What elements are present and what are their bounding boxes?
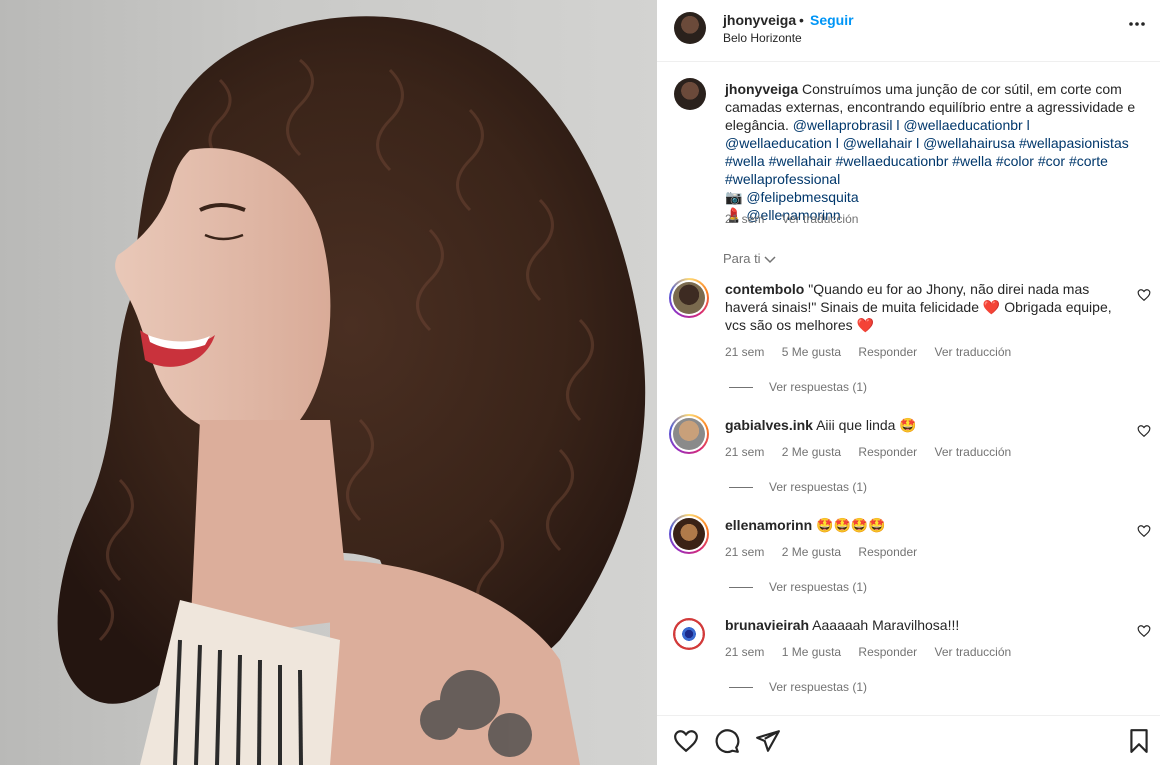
comment-text-block: contembolo "Quando eu for ao Jhony, não … [725,280,1130,334]
view-replies-button[interactable]: Ver respuestas (1) [729,580,867,594]
heart-icon[interactable] [1137,624,1151,638]
post-location[interactable]: Belo Horizonte [723,31,802,45]
post-action-bar [657,715,1160,765]
heart-icon[interactable] [1137,424,1151,438]
comment-text-block: brunavieirah Aaaaaah Maravilhosa!!! [725,616,1130,634]
comment-icon[interactable] [714,728,740,754]
replies-divider [729,387,753,389]
comment-time: 21 sem [725,445,765,459]
comment-meta: 21 sem 5 Me gusta Responder Ver traducci… [725,345,1025,359]
post-side-panel: jhonyveiga • Seguir Belo Horizonte jhony… [657,0,1160,765]
comment-avatar[interactable] [669,614,709,654]
comment-username[interactable]: ellenamorinn [725,517,812,533]
replies-divider [729,687,753,689]
caption-translate-link[interactable]: Ver traducción [782,212,859,226]
comment-translate-link[interactable]: Ver traducción [934,645,1011,659]
owner-avatar[interactable] [674,12,706,44]
comment-time: 21 sem [725,345,765,359]
heart-icon[interactable] [1137,288,1151,302]
camera-emoji: 📷 [725,189,743,205]
comment-time: 21 sem [725,545,765,559]
comment-filter-dropdown[interactable]: Para ti [723,251,776,266]
view-replies-label: Ver respuestas (1) [769,580,868,594]
comment-translate-link[interactable]: Ver traducción [934,445,1011,459]
comment-body: Aaaaaah Maravilhosa!!! [812,617,960,633]
comment-meta: 21 sem 2 Me gusta Responder [725,545,931,559]
comment-item: contembolo "Quando eu for ao Jhony, não … [657,278,1160,394]
separator-dot: • [799,12,804,28]
caption-time: 21 sem [725,212,765,226]
comment-likes[interactable]: 2 Me gusta [782,545,841,559]
comment-username[interactable]: brunavieirah [725,617,809,633]
view-replies-label: Ver respuestas (1) [769,480,868,494]
comment-avatar[interactable] [669,414,709,454]
view-replies-button[interactable]: Ver respuestas (1) [729,380,867,394]
post-photo-illustration [57,16,646,765]
heart-icon[interactable] [673,728,699,754]
view-replies-button[interactable]: Ver respuestas (1) [729,680,867,694]
comment-text-block: ellenamorinn 🤩🤩🤩🤩 [725,516,1130,534]
caption-username[interactable]: jhonyveiga [725,81,798,97]
post-photo[interactable] [0,0,657,765]
replies-divider [729,487,753,489]
comment-reply-button[interactable]: Responder [858,545,917,559]
comment-likes[interactable]: 1 Me gusta [782,645,841,659]
view-replies-label: Ver respuestas (1) [769,680,868,694]
comment-reply-button[interactable]: Responder [858,445,917,459]
chevron-down-icon [764,256,776,263]
comment-item: gabialves.ink Aiii que linda 🤩 21 sem 2 … [657,414,1160,514]
comment-meta: 21 sem 1 Me gusta Responder Ver traducci… [725,645,1025,659]
bookmark-icon[interactable] [1126,728,1152,754]
comment-reply-button[interactable]: Responder [858,345,917,359]
view-replies-button[interactable]: Ver respuestas (1) [729,480,867,494]
comment-username[interactable]: contembolo [725,281,804,297]
comment-meta: 21 sem 2 Me gusta Responder Ver traducci… [725,445,1025,459]
comment-avatar[interactable] [669,278,709,318]
comment-item: ellenamorinn 🤩🤩🤩🤩 21 sem 2 Me gusta Resp… [657,514,1160,614]
comment-avatar[interactable] [669,514,709,554]
comment-translate-link[interactable]: Ver traducción [934,345,1011,359]
comment-item: brunavieirah Aaaaaah Maravilhosa!!! 21 s… [657,614,1160,714]
heart-icon[interactable] [1137,524,1151,538]
comment-likes[interactable]: 5 Me gusta [782,345,841,359]
comment-body: Aiii que linda 🤩 [816,417,917,433]
follow-button[interactable]: Seguir [810,12,854,28]
view-replies-label: Ver respuestas (1) [769,380,868,394]
more-horizontal-icon[interactable] [1127,14,1147,38]
post-caption: jhonyveiga Construímos uma junção de cor… [725,80,1140,224]
comment-likes[interactable]: 2 Me gusta [782,445,841,459]
photo-credit-link[interactable]: @felipebmesquita [746,189,858,205]
caption-meta: 21 sem Ver traducción [725,212,872,226]
comment-text-block: gabialves.ink Aiii que linda 🤩 [725,416,1130,434]
comment-time: 21 sem [725,645,765,659]
share-icon[interactable] [755,728,781,754]
comment-reply-button[interactable]: Responder [858,645,917,659]
comment-username[interactable]: gabialves.ink [725,417,813,433]
comment-filter-label: Para ti [723,251,761,266]
owner-username[interactable]: jhonyveiga [723,12,796,28]
post-header: jhonyveiga • Seguir Belo Horizonte [657,0,1160,62]
caption-avatar[interactable] [674,78,706,110]
comment-body: 🤩🤩🤩🤩 [816,517,886,533]
replies-divider [729,587,753,589]
